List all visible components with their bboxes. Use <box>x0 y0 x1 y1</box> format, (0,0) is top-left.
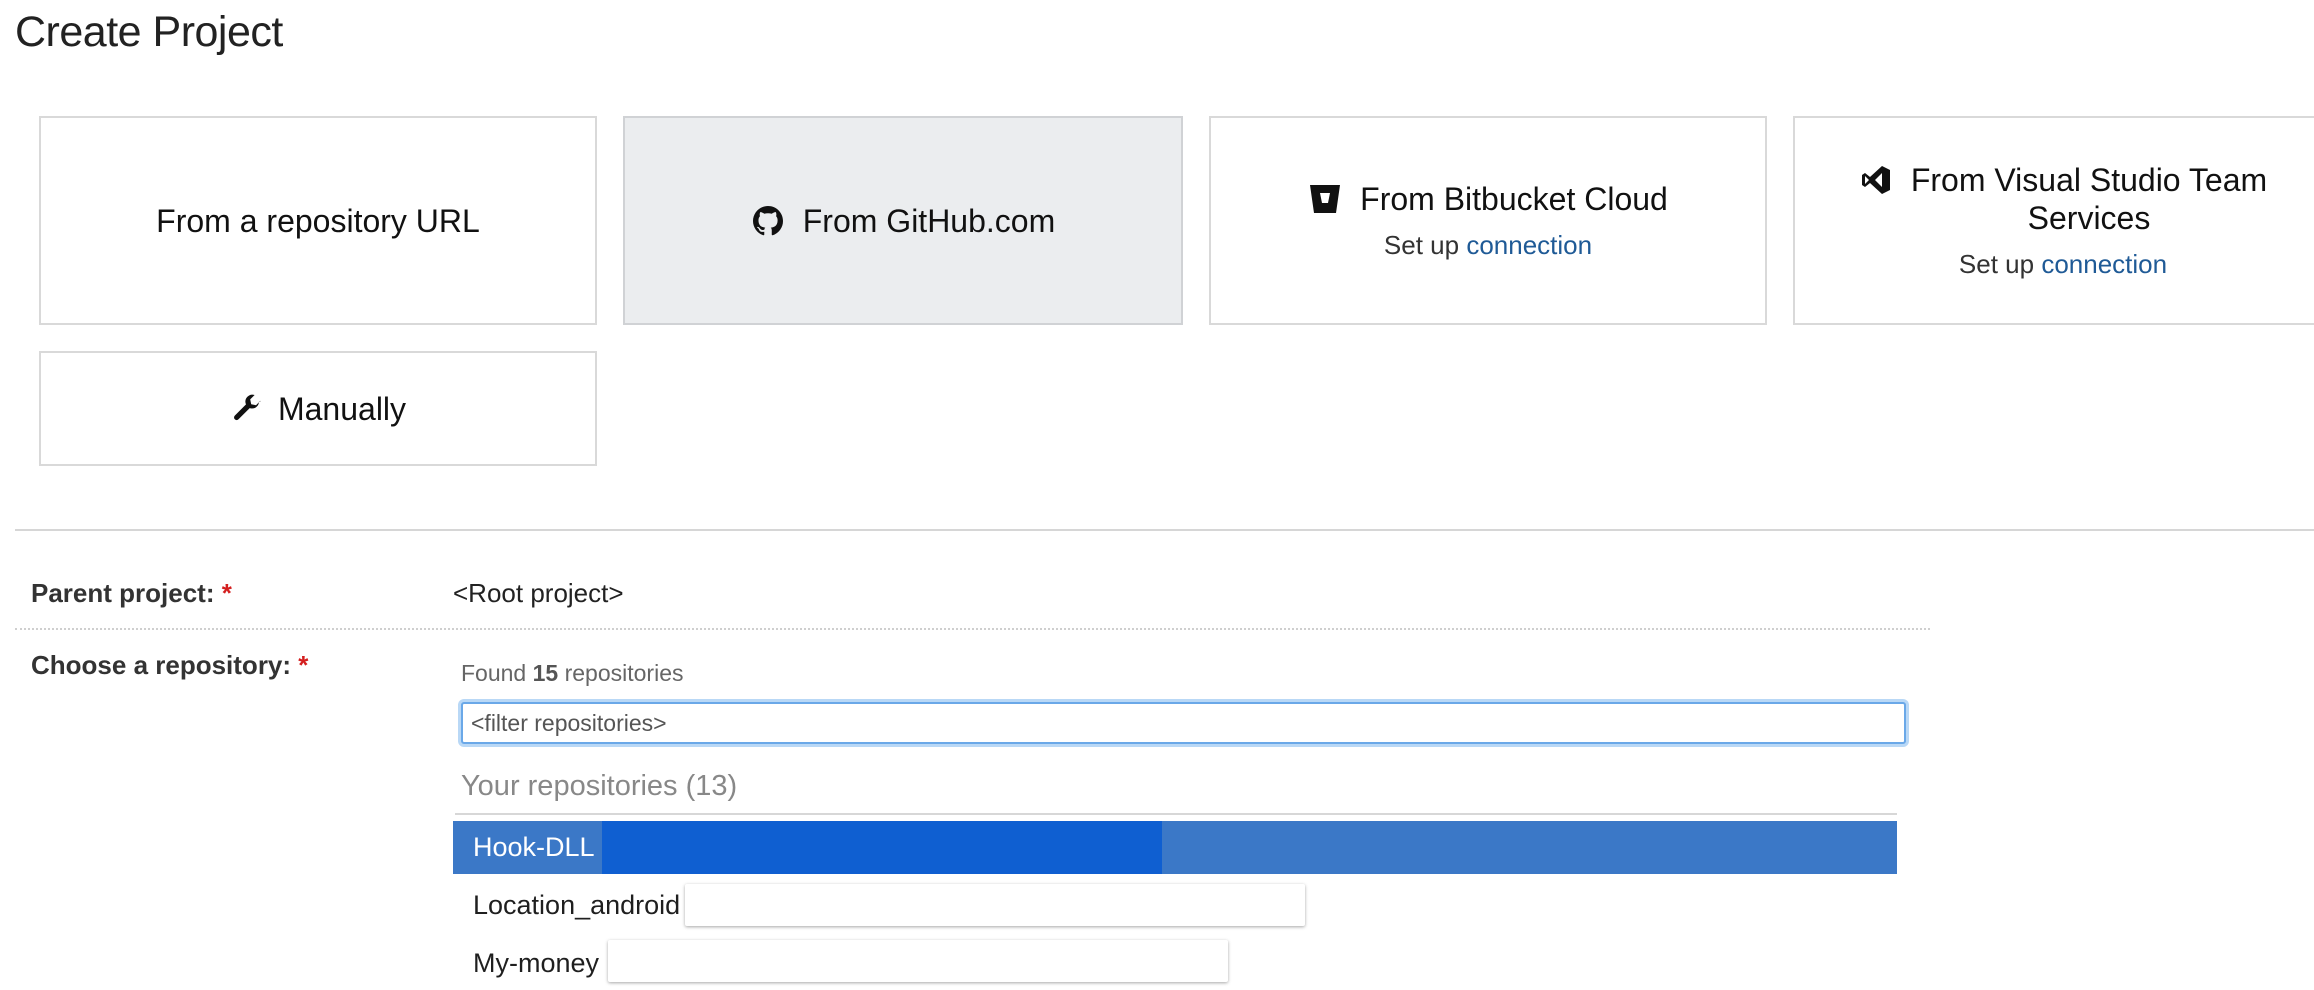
overlay-box <box>608 940 1228 982</box>
card-label: From a repository URL <box>156 202 480 239</box>
card-label: From Bitbucket Cloud <box>1360 181 1668 217</box>
repository-name: My-money <box>473 948 600 978</box>
selection-highlight <box>602 821 1162 874</box>
card-label-line1: From Visual Studio Team <box>1910 162 2268 198</box>
setup-prefix: Set up <box>1383 230 1460 260</box>
visual-studio-icon <box>1859 163 1893 197</box>
card-manually[interactable]: Manually <box>39 351 597 466</box>
github-icon <box>751 204 785 238</box>
bitbucket-icon <box>1308 182 1342 216</box>
card-bitbucket[interactable]: From Bitbucket Cloud Set up connection <box>1209 116 1767 325</box>
card-label-line2: Services <box>2027 200 2151 236</box>
card-label: Manually <box>277 390 407 427</box>
card-visual-studio[interactable]: From Visual Studio Team Services Set up … <box>1793 116 2314 325</box>
card-label: From GitHub.com <box>802 202 1056 239</box>
repository-name: Location_android <box>473 890 681 920</box>
repositories-group-title: Your repositories (13) <box>461 770 738 802</box>
page-title: Create Project <box>15 8 283 56</box>
filter-repositories-input[interactable] <box>461 702 1906 744</box>
group-divider <box>455 813 1897 815</box>
parent-project-label: Parent project: * <box>31 578 232 608</box>
found-repositories-text: Found 15 repositories <box>461 660 684 686</box>
repository-name: Hook-DLL <box>473 832 595 862</box>
setup-prefix: Set up <box>1958 249 2035 279</box>
connection-link[interactable]: connection <box>2041 249 2167 279</box>
card-subtext: Set up connection <box>1384 230 1592 261</box>
required-mark: * <box>298 650 309 680</box>
choose-repository-label: Choose a repository: * <box>31 650 309 680</box>
found-count: 15 <box>532 660 559 686</box>
repository-item-selected[interactable]: Hook-DLL <box>453 821 1897 874</box>
parent-project-value: <Root project> <box>453 578 624 608</box>
connection-link[interactable]: connection <box>1466 230 1592 260</box>
required-mark: * <box>221 578 232 608</box>
card-repository-url[interactable]: From a repository URL <box>39 116 597 325</box>
section-divider <box>15 529 2314 531</box>
card-github[interactable]: From GitHub.com <box>623 116 1183 325</box>
card-subtext: Set up connection <box>1959 249 2167 280</box>
row-separator <box>15 628 1930 630</box>
wrench-icon <box>230 392 264 426</box>
overlay-box <box>685 884 1305 926</box>
